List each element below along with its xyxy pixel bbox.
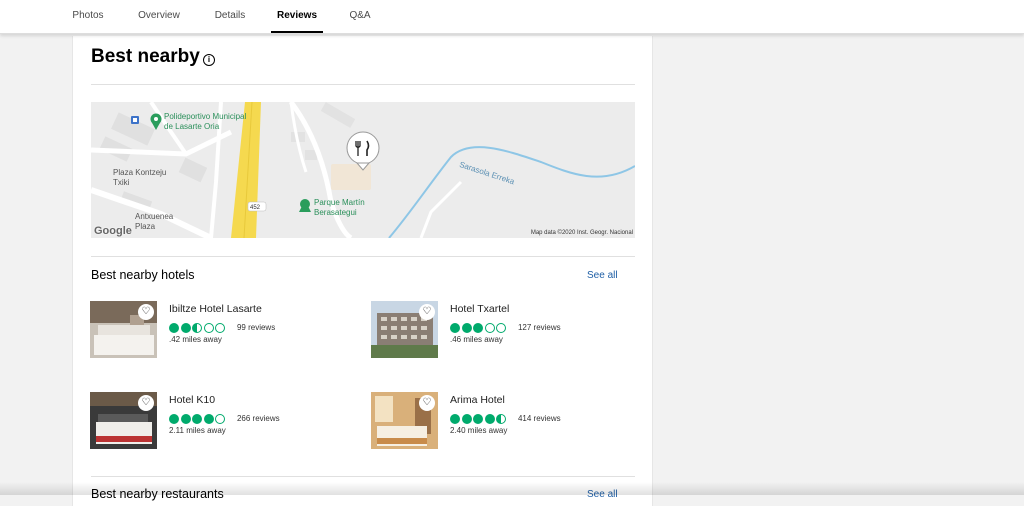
rating-bubble-empty-icon: [215, 322, 225, 333]
tab-overview[interactable]: Overview: [138, 0, 180, 33]
map-label-parque: Parque Martín Berasategui: [314, 198, 365, 217]
rating-bubble-full-icon: [450, 413, 460, 424]
rating-bubbles: 127 reviews: [450, 319, 561, 333]
nearby-map[interactable]: Polideportivo Municipal de Lasarte Oria …: [91, 102, 635, 238]
hotel-card[interactable]: ♡ Arima Hotel 414 reviews 2.40 miles awa…: [371, 392, 641, 452]
map-label-polideportivo: Polideportivo Municipal de Lasarte Oria: [164, 112, 247, 131]
rating-bubble-full-icon: [473, 322, 483, 333]
rating-bubble-full-icon: [450, 322, 460, 333]
hotel-name[interactable]: Ibiltze Hotel Lasarte: [169, 303, 262, 315]
hotel-photo[interactable]: ♡: [371, 392, 438, 449]
divider: [91, 84, 635, 85]
save-heart-icon[interactable]: ♡: [419, 304, 435, 320]
rating-bubble-full-icon: [192, 413, 202, 424]
review-count[interactable]: 266 reviews: [237, 414, 280, 423]
distance: 2.11 miles away: [169, 426, 226, 435]
tab-reviews[interactable]: Reviews: [271, 0, 323, 33]
hotel-name[interactable]: Hotel K10: [169, 394, 215, 406]
tab-qa[interactable]: Q&A: [349, 0, 371, 33]
hotel-photo[interactable]: ♡: [90, 301, 157, 358]
tab-details[interactable]: Details: [214, 0, 246, 33]
map-label-road: 452: [250, 205, 261, 211]
rating-bubble-full-icon: [169, 322, 179, 333]
best-nearby-card: Best nearby i Polideportivo Municipal de…: [72, 36, 653, 506]
rating-bubbles: 414 reviews: [450, 410, 561, 424]
rating-bubbles: 99 reviews: [169, 319, 275, 333]
divider: [91, 476, 635, 477]
rating-bubble-full-icon: [473, 413, 483, 424]
rating-bubble-empty-icon: [484, 322, 495, 333]
review-count[interactable]: 99 reviews: [237, 323, 275, 332]
hotel-name[interactable]: Arima Hotel: [450, 394, 505, 406]
info-icon[interactable]: i: [203, 54, 215, 66]
hotel-card[interactable]: ♡ Ibiltze Hotel Lasarte 99 reviews .42 m…: [90, 301, 360, 361]
rating-bubble-full-icon: [180, 322, 191, 333]
rating-bubble-full-icon: [484, 413, 495, 424]
rating-bubble-full-icon: [203, 413, 214, 424]
map-attribution: Map data ©2020 Inst. Geogr. Nacional: [530, 230, 633, 236]
rating-bubble-full-icon: [461, 413, 472, 424]
nearby-hotels-title: Best nearby hotels: [91, 268, 195, 282]
see-all-hotels-link[interactable]: See all: [587, 270, 618, 281]
bottom-shadow: [0, 482, 1024, 495]
save-heart-icon[interactable]: ♡: [138, 304, 154, 320]
section-title: Best nearby: [91, 46, 200, 67]
rating-bubble-half-icon: [192, 322, 202, 333]
rating-bubbles: 266 reviews: [169, 410, 280, 424]
rating-bubble-empty-icon: [496, 322, 506, 333]
review-count[interactable]: 127 reviews: [518, 323, 561, 332]
tab-bar: Photos Overview Details Reviews Q&A: [0, 0, 1024, 34]
rating-bubble-full-icon: [461, 322, 472, 333]
distance: .42 miles away: [169, 335, 222, 344]
rating-bubble-half-icon: [496, 413, 506, 424]
hotel-name[interactable]: Hotel Txartel: [450, 303, 509, 315]
divider: [91, 256, 635, 257]
hotel-card[interactable]: ♡ Hotel K10 266 reviews 2.11 miles away: [90, 392, 360, 452]
distance: 2.40 miles away: [450, 426, 508, 435]
google-logo: Google: [94, 225, 132, 237]
review-count[interactable]: 414 reviews: [518, 414, 561, 423]
map-label-antxuenea: Antxuenea Plaza: [135, 212, 174, 231]
rating-bubble-full-icon: [180, 413, 191, 424]
tab-photos[interactable]: Photos: [72, 0, 104, 33]
hotel-photo[interactable]: ♡: [90, 392, 157, 449]
hotel-card[interactable]: ♡ Hotel Txartel 127 reviews .46 miles aw…: [371, 301, 641, 361]
save-heart-icon[interactable]: ♡: [419, 395, 435, 411]
rating-bubble-empty-icon: [215, 413, 225, 424]
save-heart-icon[interactable]: ♡: [138, 395, 154, 411]
hotel-photo[interactable]: ♡: [371, 301, 438, 358]
distance: .46 miles away: [450, 335, 503, 344]
map-label-plaza-kontzeju: Plaza Kontzeju Txiki: [113, 168, 167, 187]
rating-bubble-full-icon: [169, 413, 179, 424]
rating-bubble-empty-icon: [203, 322, 214, 333]
